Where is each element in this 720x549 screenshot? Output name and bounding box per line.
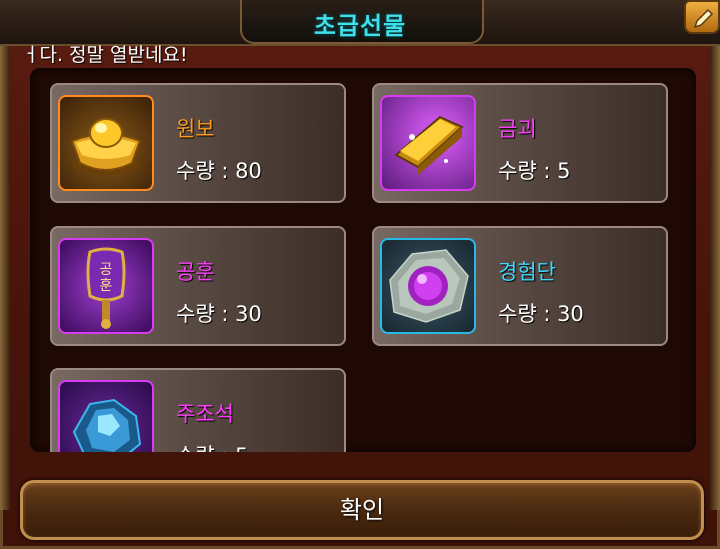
- reward-card: 주조석 수량 : 5: [50, 368, 346, 452]
- merit-token-icon: 공 훈: [58, 238, 154, 334]
- item-name: 원보: [176, 117, 215, 141]
- confirm-button[interactable]: 확인: [20, 480, 704, 540]
- gold-bar-icon: [380, 95, 476, 191]
- frame-left-edge: [0, 40, 10, 510]
- casting-stone-icon: [58, 380, 154, 452]
- dialog-title: 초급선물: [313, 12, 407, 40]
- item-name: 경험단: [498, 260, 556, 284]
- item-quantity: 수량 : 80: [176, 159, 262, 183]
- item-name: 금괴: [498, 117, 537, 141]
- svg-text:공: 공: [100, 262, 113, 278]
- reward-card: 공 훈 공훈 수량 : 30: [50, 226, 346, 346]
- item-name: 주조석: [176, 402, 234, 426]
- item-quantity: 수량 : 5: [176, 440, 248, 452]
- item-name: 공훈: [176, 260, 215, 284]
- gold-ingot-icon: [58, 95, 154, 191]
- svg-text:훈: 훈: [100, 278, 113, 294]
- item-quantity: 수량 : 5: [498, 159, 571, 183]
- experience-orb-icon: [380, 238, 476, 334]
- reward-card: 경험단 수량 : 30: [372, 226, 668, 346]
- item-quantity: 수량 : 30: [498, 302, 584, 326]
- pencil-icon: [693, 8, 714, 29]
- reward-card: 원보 수량 : 80: [50, 83, 346, 203]
- edit-button[interactable]: [684, 0, 720, 34]
- item-quantity: 수량 : 30: [176, 302, 262, 326]
- confirm-button-label: 확인: [339, 496, 385, 524]
- frame-right-edge: [710, 40, 720, 510]
- reward-list[interactable]: 원보 수량 : 80 금괴 수량 : 5 공 훈 공훈 수량: 30 경험단 …: [30, 68, 696, 452]
- notice-message: ㅓ다. 정말 열받네요!: [22, 44, 188, 66]
- reward-card: 금괴 수량 : 5: [372, 83, 668, 203]
